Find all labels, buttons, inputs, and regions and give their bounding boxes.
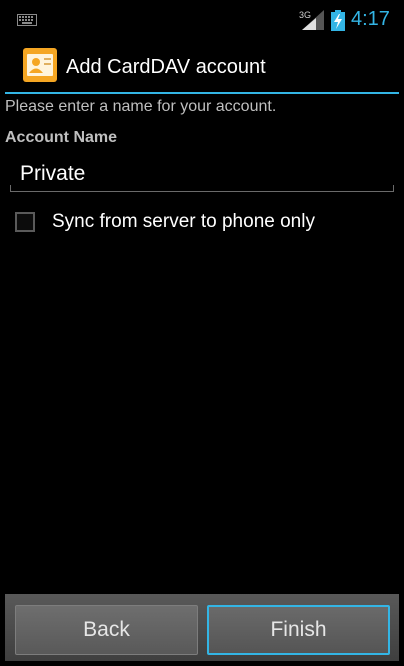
battery-charging-icon xyxy=(331,10,345,31)
page-title: Add CardDAV account xyxy=(66,56,266,78)
account-hint-text: Please enter a name for your account. xyxy=(5,98,277,115)
button-bar: Back Finish xyxy=(5,594,399,661)
input-underline-left-tick xyxy=(10,185,11,192)
sync-option-row[interactable]: Sync from server to phone only xyxy=(10,205,394,241)
account-name-label: Account Name xyxy=(5,129,118,146)
account-name-field xyxy=(10,150,394,194)
back-button[interactable]: Back xyxy=(15,605,198,655)
title-divider xyxy=(5,92,399,94)
input-underline xyxy=(10,191,394,192)
signal-icon xyxy=(302,10,324,30)
sync-checkbox[interactable] xyxy=(15,212,35,232)
status-bar: 3G 4:17 xyxy=(0,0,404,40)
input-underline-right-tick xyxy=(393,185,394,192)
account-name-input[interactable] xyxy=(20,160,380,188)
sync-option-label: Sync from server to phone only xyxy=(52,211,315,232)
contact-card-icon xyxy=(23,48,57,82)
keyboard-icon xyxy=(17,14,37,26)
finish-button[interactable]: Finish xyxy=(207,605,390,655)
clock: 4:17 xyxy=(351,8,390,30)
screen: 3G 4:17 Add CardDAV account Please enter… xyxy=(0,0,404,666)
